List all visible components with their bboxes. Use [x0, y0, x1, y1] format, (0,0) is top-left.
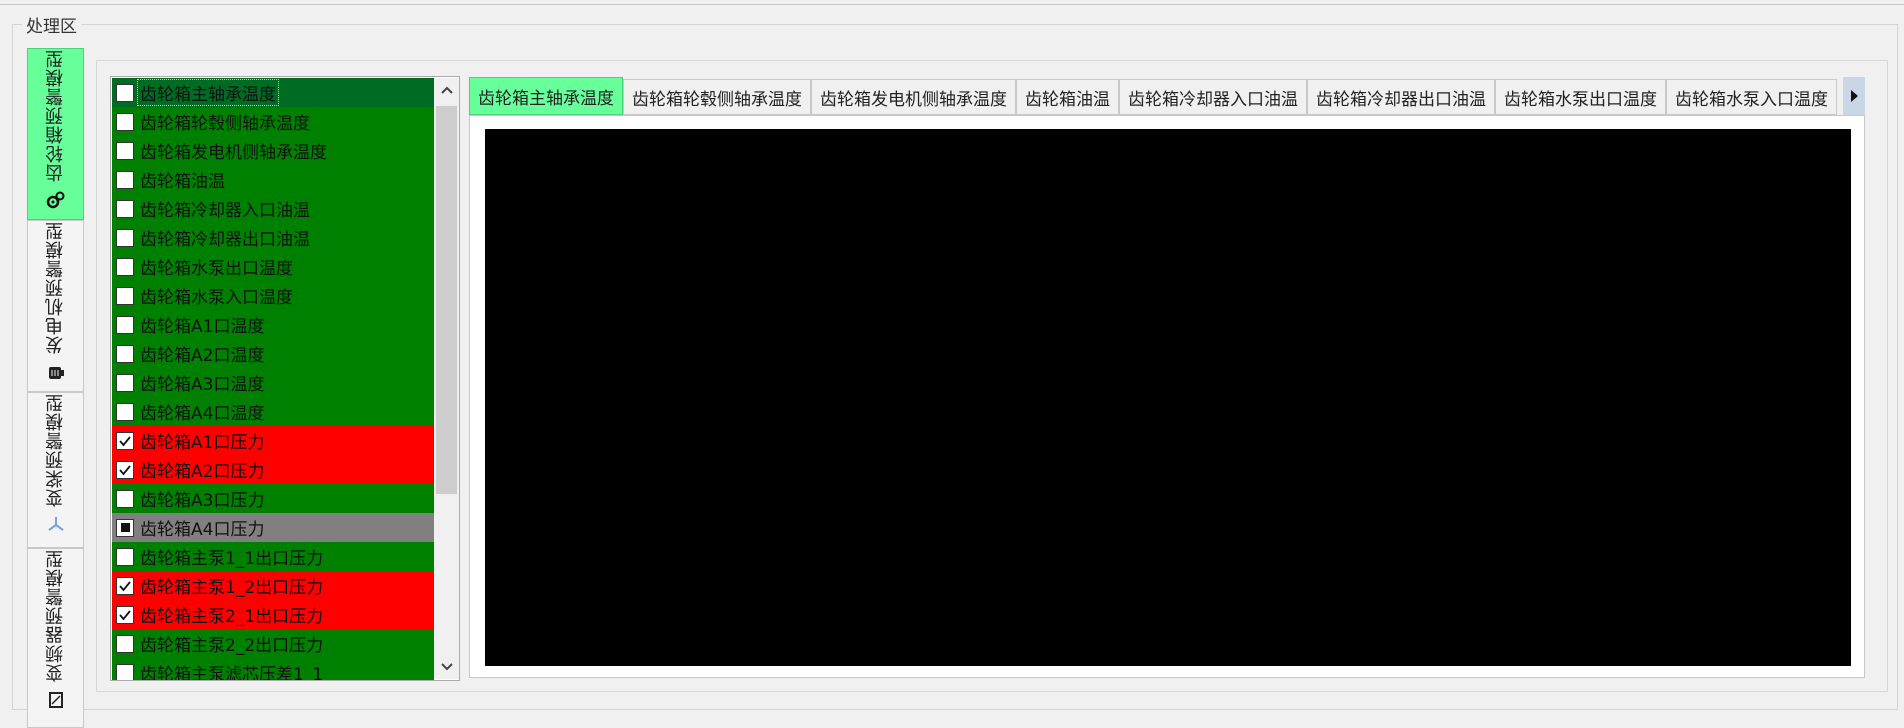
list-item[interactable]: 齿轮箱主泵1_1出口压力 — [112, 542, 434, 571]
list-item[interactable]: 齿轮箱A2口温度 — [112, 339, 434, 368]
list-item-label: 齿轮箱主泵1_1出口压力 — [140, 549, 324, 569]
chart-tab-6[interactable]: 齿轮箱冷却器出口油温 — [1307, 79, 1495, 115]
list-item-label: 齿轮箱主泵2_1出口压力 — [140, 607, 324, 627]
triangle-right-icon[interactable] — [1843, 77, 1865, 115]
list-item-label: 齿轮箱水泵入口温度 — [140, 288, 293, 308]
list-item[interactable]: 齿轮箱主泵2_1出口压力 — [112, 600, 434, 629]
checkbox[interactable] — [116, 547, 134, 566]
list-item-label: 齿轮箱水泵出口温度 — [140, 259, 293, 279]
vertical-tab-bar: 齿轮箱预警模型 发电机预警模型变桨预警模型变频器预警模型 — [27, 48, 85, 728]
list-item-label: 齿轮箱冷却器入口油温 — [140, 201, 310, 221]
gears-icon — [44, 188, 68, 211]
list-item-label: 齿轮箱A1口温度 — [140, 317, 265, 337]
chart-tab-2[interactable]: 齿轮箱轮毂侧轴承温度 — [623, 79, 811, 115]
vtab-label: 变频器预警模型 — [44, 549, 66, 682]
inverter-icon — [44, 688, 68, 712]
vtab-label: 变桨预警模型 — [44, 393, 66, 507]
checkbox[interactable] — [116, 228, 134, 247]
list-item[interactable]: 齿轮箱冷却器出口油温 — [112, 223, 434, 252]
plot-area — [485, 129, 1851, 666]
checkbox[interactable] — [116, 199, 134, 218]
list-item[interactable]: 齿轮箱主泵1_2出口压力 — [112, 571, 434, 600]
list-item[interactable]: 齿轮箱轮毂侧轴承温度 — [112, 107, 434, 136]
list-item-label: 齿轮箱A3口温度 — [140, 375, 265, 395]
checkbox[interactable] — [116, 634, 134, 653]
checkbox[interactable] — [116, 141, 134, 160]
list-item[interactable]: 齿轮箱A1口压力 — [112, 426, 434, 455]
group-title: 处理区 — [22, 12, 81, 37]
list-item[interactable]: 齿轮箱主泵2_2出口压力 — [112, 629, 434, 658]
checkbox[interactable] — [116, 112, 134, 131]
top-divider — [0, 4, 1904, 5]
list-item-label: 齿轮箱A2口压力 — [140, 462, 265, 482]
list-item[interactable]: 齿轮箱油温 — [112, 165, 434, 194]
vtab-2[interactable]: 发电机预警模型 — [27, 220, 84, 392]
checkbox[interactable] — [116, 257, 134, 276]
vtab-label: 齿轮箱预警模型 — [44, 49, 66, 182]
list-item[interactable]: 齿轮箱主泵滤芯压差1_1 — [112, 658, 434, 681]
signal-list: 齿轮箱主轴承温度齿轮箱轮毂侧轴承温度 齿轮箱发电机侧轴承温度 齿轮箱油温齿轮箱冷却器… — [112, 78, 434, 681]
chevron-up-icon[interactable] — [434, 78, 459, 102]
generator-icon — [44, 360, 68, 383]
checkbox[interactable] — [116, 83, 134, 102]
chart-tab-7[interactable]: 齿轮箱水泵出口温度 — [1495, 79, 1666, 115]
chart-tab-5[interactable]: 齿轮箱冷却器入口油温 — [1119, 79, 1307, 115]
vtab-label: 发电机预警模型 — [44, 221, 66, 354]
list-item[interactable]: 齿轮箱A2口压力 — [112, 455, 434, 484]
pitch-icon — [44, 513, 68, 537]
vtab-1[interactable]: 齿轮箱预警模型 — [27, 48, 84, 220]
checkbox[interactable] — [116, 431, 134, 450]
list-item-label: 齿轮箱A1口压力 — [140, 433, 265, 453]
chart-tab-bar: 齿轮箱主轴承温度 齿轮箱轮毂侧轴承温度 齿轮箱发电机侧轴承温度 齿轮箱油温 齿轮箱冷却器… — [469, 77, 1865, 115]
list-item-label: 齿轮箱A3口压力 — [140, 491, 265, 511]
chart-tab-8[interactable]: 齿轮箱水泵入口温度 — [1666, 79, 1837, 115]
list-item[interactable]: 齿轮箱主轴承温度 — [112, 78, 434, 107]
checkbox[interactable] — [116, 460, 134, 479]
checkbox[interactable] — [116, 576, 134, 595]
list-item-label: 齿轮箱轮毂侧轴承温度 — [140, 114, 310, 134]
checkbox[interactable] — [116, 170, 134, 189]
list-item[interactable]: 齿轮箱水泵入口温度 — [112, 281, 434, 310]
chart-tab-4[interactable]: 齿轮箱油温 — [1016, 79, 1119, 115]
scroll-thumb[interactable] — [436, 106, 457, 494]
checkbox[interactable] — [116, 518, 134, 537]
vtab-4[interactable]: 变频器预警模型 — [27, 548, 84, 728]
list-item[interactable]: 齿轮箱冷却器入口油温 — [112, 194, 434, 223]
list-item[interactable]: 齿轮箱A1口温度 — [112, 310, 434, 339]
list-item-label: 齿轮箱主泵1_2出口压力 — [140, 578, 324, 598]
signal-list-panel: 齿轮箱主轴承温度齿轮箱轮毂侧轴承温度 齿轮箱发电机侧轴承温度 齿轮箱油温齿轮箱冷却器… — [110, 76, 460, 681]
list-item-label: 齿轮箱冷却器出口油温 — [140, 230, 310, 250]
chevron-down-icon[interactable] — [434, 655, 459, 679]
checkbox[interactable] — [116, 373, 134, 392]
list-item-label: 齿轮箱主泵滤芯压差1_1 — [140, 665, 324, 681]
checkbox[interactable] — [116, 663, 134, 680]
checkbox[interactable] — [116, 489, 134, 508]
checkbox[interactable] — [116, 315, 134, 334]
list-item-label: 齿轮箱油温 — [140, 172, 225, 192]
list-item[interactable]: 齿轮箱水泵出口温度 — [112, 252, 434, 281]
list-item[interactable]: 齿轮箱A4口温度 — [112, 397, 434, 426]
chart-tab-1[interactable]: 齿轮箱主轴承温度 — [469, 77, 623, 115]
checkbox[interactable] — [116, 402, 134, 421]
list-item-label: 齿轮箱主泵2_2出口压力 — [140, 636, 324, 656]
list-item-label: 齿轮箱发电机侧轴承温度 — [140, 143, 327, 163]
list-item-label: 齿轮箱主轴承温度 — [137, 79, 279, 106]
list-item[interactable]: 齿轮箱A3口温度 — [112, 368, 434, 397]
list-scrollbar[interactable] — [434, 78, 459, 679]
vtab-3[interactable]: 变桨预警模型 — [27, 392, 84, 548]
checkbox[interactable] — [116, 605, 134, 624]
list-item-label: 齿轮箱A2口温度 — [140, 346, 265, 366]
list-item-label: 齿轮箱A4口温度 — [140, 404, 265, 424]
checkbox[interactable] — [116, 344, 134, 363]
list-item-label: 齿轮箱A4口压力 — [140, 520, 265, 540]
list-item[interactable]: 齿轮箱A3口压力 — [112, 484, 434, 513]
list-item[interactable]: 齿轮箱发电机侧轴承温度 — [112, 136, 434, 165]
list-item[interactable]: 齿轮箱A4口压力 — [112, 513, 434, 542]
chart-tab-3[interactable]: 齿轮箱发电机侧轴承温度 — [811, 79, 1016, 115]
checkbox[interactable] — [116, 286, 134, 305]
